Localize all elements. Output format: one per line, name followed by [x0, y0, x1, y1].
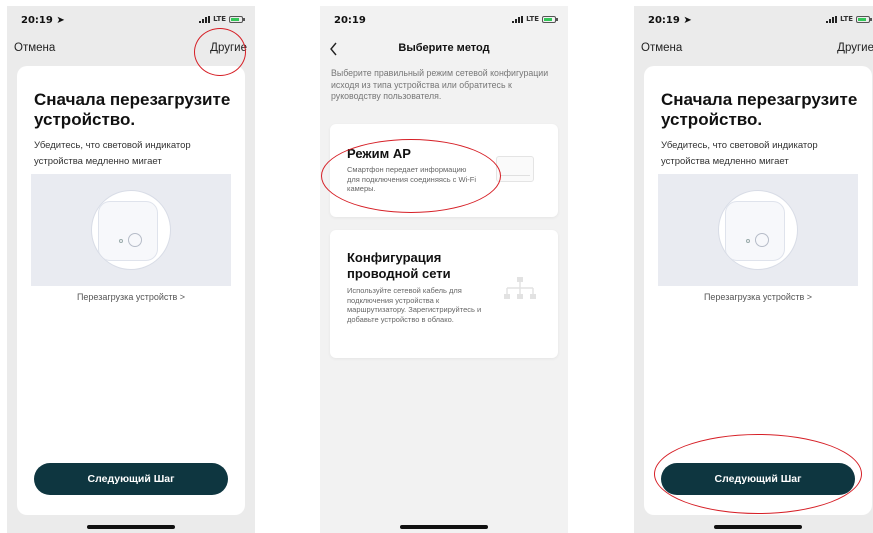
reboot-card: Сначала перезагрузите устройство. Убедит… — [644, 66, 872, 515]
camera-device-icon — [496, 156, 534, 182]
screenshot-canvas: 20:19 ➤ LTE Отмена Другие Сначала переза… — [0, 0, 873, 533]
indicator-light — [746, 239, 750, 243]
battery-icon — [229, 15, 245, 23]
battery-icon — [542, 15, 558, 23]
device-face — [725, 201, 785, 261]
home-indicator — [714, 525, 802, 529]
location-arrow-icon: ➤ — [56, 15, 65, 26]
status-indicators: LTE — [512, 15, 558, 23]
method-option-wired[interactable]: Конфигурация проводной сети Используйте … — [330, 230, 558, 358]
option-title: Конфигурация проводной сети — [347, 250, 451, 281]
phone-screen-reboot-2: 20:19 ➤ LTE Отмена Другие Сначала переза… — [634, 6, 873, 533]
other-button[interactable]: Другие — [210, 42, 247, 54]
instruction-text: Убедитесь, что световой индикатор устрой… — [661, 140, 818, 167]
other-button[interactable]: Другие — [837, 42, 873, 54]
method-option-ap[interactable]: Режим AP Смартфон передает информацию дл… — [330, 124, 558, 217]
power-icon — [128, 233, 142, 247]
page-title: Выберите метод — [398, 42, 490, 54]
device-closeup — [718, 190, 798, 270]
indicator-light — [119, 239, 123, 243]
home-indicator — [87, 525, 175, 529]
cancel-button[interactable]: Отмена — [641, 42, 682, 54]
phone-screen-method: 20:19 LTE Выберите метод Выберите правил… — [320, 6, 568, 533]
option-description: Смартфон передает информацию для подключ… — [347, 165, 477, 193]
signal-icon — [826, 15, 838, 23]
page-title: Сначала перезагрузите устройство. — [661, 90, 858, 129]
status-indicators: LTE — [199, 15, 245, 23]
signal-icon — [512, 15, 524, 23]
status-bar: 20:19 ➤ LTE — [634, 6, 873, 34]
reboot-devices-link[interactable]: Перезагрузка устройств > — [644, 292, 872, 302]
signal-icon — [199, 15, 211, 23]
device-face — [98, 201, 158, 261]
intro-text: Выберите правильный режим сетевой конфиг… — [331, 68, 549, 101]
power-icon — [755, 233, 769, 247]
device-illustration — [658, 174, 858, 286]
status-time: 20:19 ➤ — [21, 15, 65, 26]
instruction-text: Убедитесь, что световой индикатор устрой… — [34, 140, 191, 167]
next-step-button[interactable]: Следующий Шаг — [661, 463, 855, 495]
status-time: 20:19 — [334, 15, 366, 26]
battery-icon — [856, 15, 872, 23]
network-type: LTE — [213, 15, 226, 23]
network-type: LTE — [840, 15, 853, 23]
device-illustration — [31, 174, 231, 286]
next-step-button[interactable]: Следующий Шаг — [34, 463, 228, 495]
home-indicator — [400, 525, 488, 529]
location-arrow-icon: ➤ — [683, 15, 692, 26]
network-type: LTE — [526, 15, 539, 23]
cancel-button[interactable]: Отмена — [14, 42, 55, 54]
status-bar: 20:19 ➤ LTE — [7, 6, 255, 34]
status-time: 20:19 ➤ — [648, 15, 692, 26]
reboot-card: Сначала перезагрузите устройство. Убедит… — [17, 66, 245, 515]
status-indicators: LTE — [826, 15, 872, 23]
device-closeup — [91, 190, 171, 270]
nav-bar: Отмена Другие — [634, 42, 873, 60]
nav-bar: Отмена Другие — [7, 42, 255, 60]
network-topology-icon — [504, 277, 536, 299]
time-text: 20:19 — [648, 15, 680, 26]
reboot-devices-link[interactable]: Перезагрузка устройств > — [17, 292, 245, 302]
phone-screen-reboot-1: 20:19 ➤ LTE Отмена Другие Сначала переза… — [7, 6, 255, 533]
option-title: Режим AP — [347, 146, 411, 161]
status-bar: 20:19 LTE — [320, 6, 568, 34]
option-description: Используйте сетевой кабель для подключен… — [347, 286, 482, 324]
time-text: 20:19 — [21, 15, 53, 26]
page-title: Сначала перезагрузите устройство. — [34, 90, 231, 129]
